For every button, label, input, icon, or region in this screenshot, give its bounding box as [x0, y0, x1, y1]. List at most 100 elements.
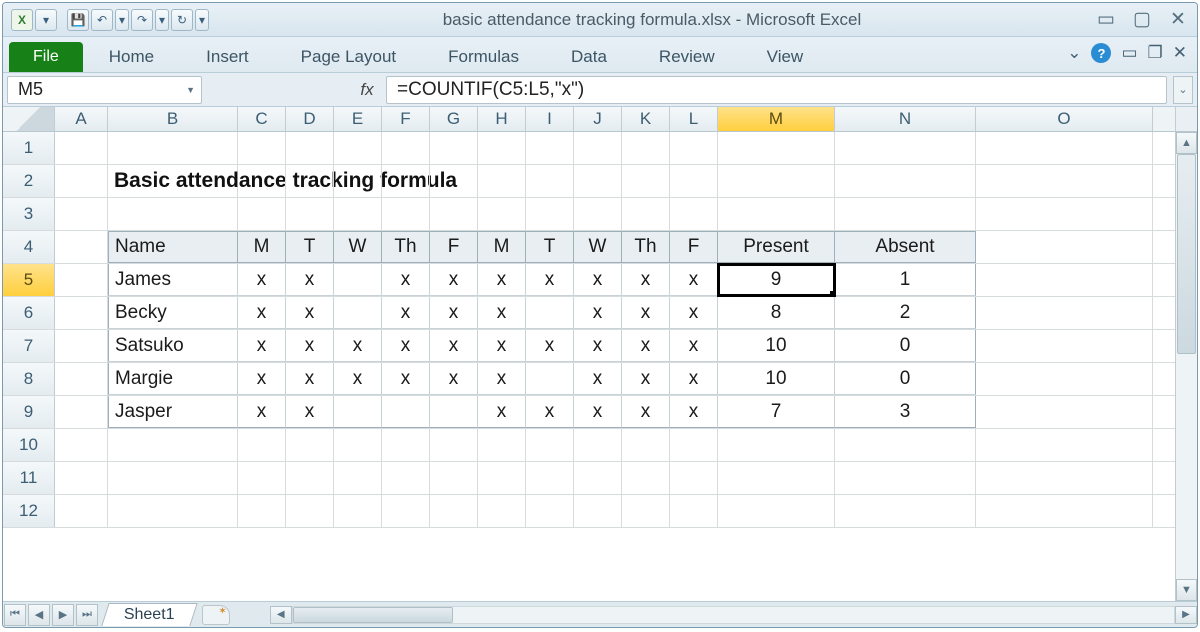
cell-B9[interactable]: Jasper [108, 396, 238, 428]
cell-I8[interactable] [526, 363, 574, 395]
cell-O7[interactable] [976, 330, 1153, 362]
cell-O12[interactable] [976, 495, 1153, 527]
cell-E1[interactable] [334, 132, 382, 164]
row-header-7[interactable]: 7 [3, 330, 55, 362]
cell-K9[interactable]: x [622, 396, 670, 428]
col-header-B[interactable]: B [108, 107, 238, 131]
cell-H8[interactable]: x [478, 363, 526, 395]
tab-insert[interactable]: Insert [180, 42, 275, 72]
cell-N7[interactable]: 0 [835, 330, 976, 362]
cell-B5[interactable]: James [108, 264, 238, 296]
cell-H1[interactable] [478, 132, 526, 164]
cell-A5[interactable] [55, 264, 108, 296]
cell-L10[interactable] [670, 429, 718, 461]
cell-I7[interactable]: x [526, 330, 574, 362]
ribbon-minimize-icon[interactable]: ⌄ [1067, 43, 1081, 63]
cell-G5[interactable]: x [430, 264, 478, 296]
cell-A1[interactable] [55, 132, 108, 164]
cell-J6[interactable]: x [574, 297, 622, 329]
cell-J10[interactable] [574, 429, 622, 461]
workbook-close-icon[interactable]: ✕ [1173, 43, 1187, 63]
cell-J1[interactable] [574, 132, 622, 164]
row-header-2[interactable]: 2 [3, 165, 55, 197]
row-header-9[interactable]: 9 [3, 396, 55, 428]
col-header-J[interactable]: J [574, 107, 622, 131]
cell-B10[interactable] [108, 429, 238, 461]
cell-N4[interactable]: Absent [835, 231, 976, 263]
cell-K7[interactable]: x [622, 330, 670, 362]
cell-D9[interactable]: x [286, 396, 334, 428]
tab-nav-last-icon[interactable]: ⏭ [76, 604, 98, 626]
cell-E9[interactable] [334, 396, 382, 428]
cell-I12[interactable] [526, 495, 574, 527]
hscroll-thumb[interactable] [293, 607, 453, 623]
cell-I6[interactable] [526, 297, 574, 329]
col-header-F[interactable]: F [382, 107, 430, 131]
cell-K1[interactable] [622, 132, 670, 164]
cell-E8[interactable]: x [334, 363, 382, 395]
cell-C3[interactable] [238, 198, 286, 230]
cell-G1[interactable] [430, 132, 478, 164]
tab-formulas[interactable]: Formulas [422, 42, 545, 72]
col-header-A[interactable]: A [55, 107, 108, 131]
cell-G11[interactable] [430, 462, 478, 494]
cell-L9[interactable]: x [670, 396, 718, 428]
cell-F4[interactable]: Th [382, 231, 430, 263]
cell-C9[interactable]: x [238, 396, 286, 428]
cell-L4[interactable]: F [670, 231, 718, 263]
cell-I5[interactable]: x [526, 264, 574, 296]
cell-A6[interactable] [55, 297, 108, 329]
cell-H5[interactable]: x [478, 264, 526, 296]
tab-nav-first-icon[interactable]: ⏮ [4, 604, 26, 626]
cell-O1[interactable] [976, 132, 1153, 164]
cell-A8[interactable] [55, 363, 108, 395]
row-header-1[interactable]: 1 [3, 132, 55, 164]
cell-M1[interactable] [718, 132, 835, 164]
cell-H12[interactable] [478, 495, 526, 527]
row-header-10[interactable]: 10 [3, 429, 55, 461]
cell-M3[interactable] [718, 198, 835, 230]
cell-N5[interactable]: 1 [835, 264, 976, 296]
cell-C10[interactable] [238, 429, 286, 461]
cell-M11[interactable] [718, 462, 835, 494]
cell-D12[interactable] [286, 495, 334, 527]
tab-review[interactable]: Review [633, 42, 741, 72]
cell-B6[interactable]: Becky [108, 297, 238, 329]
col-header-D[interactable]: D [286, 107, 334, 131]
cell-L6[interactable]: x [670, 297, 718, 329]
repeat-icon[interactable]: ↻ [171, 9, 193, 31]
cell-O2[interactable] [976, 165, 1153, 197]
vertical-scrollbar[interactable]: ▲ ▼ [1175, 132, 1197, 601]
cell-G3[interactable] [430, 198, 478, 230]
scroll-right-icon[interactable]: ▶ [1175, 606, 1197, 624]
cell-G8[interactable]: x [430, 363, 478, 395]
name-box[interactable]: M5 [7, 76, 202, 104]
col-header-N[interactable]: N [835, 107, 976, 131]
row-header-4[interactable]: 4 [3, 231, 55, 263]
cell-H2[interactable] [478, 165, 526, 197]
cell-D6[interactable]: x [286, 297, 334, 329]
cell-I1[interactable] [526, 132, 574, 164]
row-header-3[interactable]: 3 [3, 198, 55, 230]
cell-M9[interactable]: 7 [718, 396, 835, 428]
cell-G2[interactable] [430, 165, 478, 197]
cell-N8[interactable]: 0 [835, 363, 976, 395]
cell-L11[interactable] [670, 462, 718, 494]
tab-nav-next-icon[interactable]: ▶ [52, 604, 74, 626]
cell-F9[interactable] [382, 396, 430, 428]
formula-input[interactable]: =COUNTIF(C5:L5,"x") [386, 76, 1167, 104]
row-header-11[interactable]: 11 [3, 462, 55, 494]
cell-K12[interactable] [622, 495, 670, 527]
cell-N12[interactable] [835, 495, 976, 527]
cell-J8[interactable]: x [574, 363, 622, 395]
col-header-K[interactable]: K [622, 107, 670, 131]
cell-A7[interactable] [55, 330, 108, 362]
cell-F5[interactable]: x [382, 264, 430, 296]
cell-L8[interactable]: x [670, 363, 718, 395]
cell-E2[interactable] [334, 165, 382, 197]
cell-J5[interactable]: x [574, 264, 622, 296]
col-header-C[interactable]: C [238, 107, 286, 131]
row-header-8[interactable]: 8 [3, 363, 55, 395]
cell-N9[interactable]: 3 [835, 396, 976, 428]
scroll-left-icon[interactable]: ◀ [270, 606, 292, 624]
